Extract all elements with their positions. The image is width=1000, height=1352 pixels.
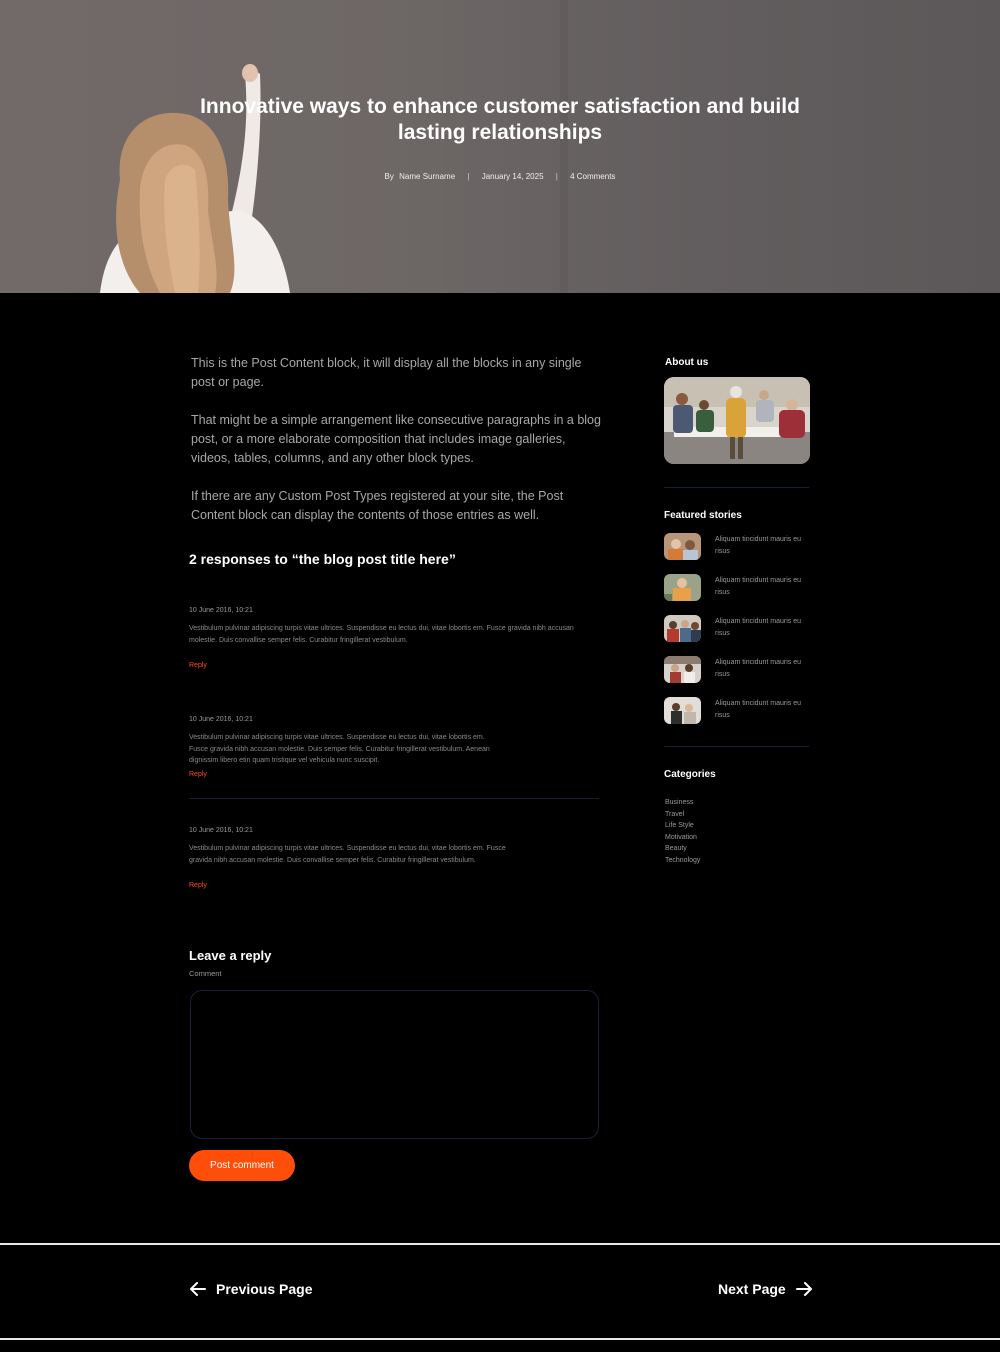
nav-bottom-border [0,1338,1000,1340]
comment-date: 10 June 2016, 10:21 [189,607,253,614]
hero-wall-shade [560,0,568,293]
categories-heading: Categories [664,769,716,780]
category-link[interactable]: Beauty [665,843,700,855]
meta-comments-count[interactable]: 4 Comments [570,172,615,181]
comment-date: 10 June 2016, 10:21 [189,827,253,834]
next-page-link[interactable]: Next Page [718,1281,812,1297]
story-thumbnail[interactable] [664,697,701,724]
featured-story-item[interactable]: Aliquam tincidunt mauris eu risus [664,533,814,561]
story-title[interactable]: Aliquam tincidunt mauris eu risus [715,616,810,640]
category-link[interactable]: Travel [665,809,700,821]
about-us-heading: About us [665,357,709,368]
featured-story-item[interactable]: Aliquam tincidunt mauris eu risus [664,574,814,602]
comment-text: Vestibulum pulvinar adipiscing turpis vi… [189,845,506,864]
previous-page-link[interactable]: Previous Page [190,1281,313,1297]
arrow-left-icon [190,1282,206,1296]
category-link[interactable]: Life Style [665,820,700,832]
about-us-photo [664,377,810,464]
responses-heading: 2 responses to “the blog post title here… [189,551,456,567]
hero-banner: Innovative ways to enhance customer sati… [0,0,1000,293]
nav-top-border [0,1243,1000,1245]
comment-field-label: Comment [189,969,222,978]
story-title[interactable]: Aliquam tincidunt mauris eu risus [715,534,810,558]
reply-link[interactable]: Reply [189,662,207,669]
categories-list: Business Travel Life Style Motivation Be… [665,797,700,867]
comments-divider [189,798,599,799]
previous-page-label[interactable]: Previous Page [216,1281,313,1297]
story-thumbnail[interactable] [664,533,701,560]
comment-item: 10 June 2016, 10:21 Vestibulum pulvinar … [189,716,599,778]
story-thumbnail[interactable] [664,574,701,601]
story-title[interactable]: Aliquam tincidunt mauris eu risus [715,575,810,599]
category-link[interactable]: Technology [665,855,700,867]
comment-date: 10 June 2016, 10:21 [189,716,253,723]
arrow-right-icon [795,1282,812,1296]
post-paragraph: That might be a simple arrangement like … [191,413,601,465]
meta-separator: | [555,172,558,181]
post-paragraph: If there are any Custom Post Types regis… [191,489,564,522]
story-thumbnail[interactable] [664,615,701,642]
story-thumbnail[interactable] [664,656,701,683]
next-page-label[interactable]: Next Page [718,1281,786,1297]
category-link[interactable]: Motivation [665,832,700,844]
post-comment-button[interactable]: Post comment [189,1150,295,1181]
meta-author[interactable]: Name Surname [399,172,455,181]
post-paragraph: This is the Post Content block, it will … [191,356,582,389]
reply-link[interactable]: Reply [189,882,207,889]
sidebar-divider [664,487,809,488]
featured-stories-heading: Featured stories [664,510,742,521]
comment-text: Vestibulum pulvinar adipiscing turpis vi… [189,625,574,644]
meta-by-label: By [384,172,394,181]
featured-story-item[interactable]: Aliquam tincidunt mauris eu risus [664,697,814,725]
featured-story-item[interactable]: Aliquam tincidunt mauris eu risus [664,656,814,684]
story-title[interactable]: Aliquam tincidunt mauris eu risus [715,657,810,681]
comment-item: 10 June 2016, 10:21 Vestibulum pulvinar … [189,827,599,889]
meta-separator: | [467,172,470,181]
post-content: This is the Post Content block, it will … [191,354,601,544]
comment-item: 10 June 2016, 10:21 Vestibulum pulvinar … [189,607,599,669]
featured-story-item[interactable]: Aliquam tincidunt mauris eu risus [664,615,814,643]
comment-textarea[interactable] [190,990,599,1139]
reply-link[interactable]: Reply [189,771,207,778]
meta-date: January 14, 2025 [481,172,544,181]
post-title: Innovative ways to enhance customer sati… [200,95,800,144]
category-link[interactable]: Business [665,797,700,809]
post-meta: By Name Surname | January 14, 2025 | 4 C… [300,172,700,181]
comment-text: Vestibulum pulvinar adipiscing turpis vi… [189,734,490,764]
leave-reply-heading: Leave a reply [189,948,272,963]
story-title[interactable]: Aliquam tincidunt mauris eu risus [715,698,810,722]
sidebar-divider [664,746,809,747]
